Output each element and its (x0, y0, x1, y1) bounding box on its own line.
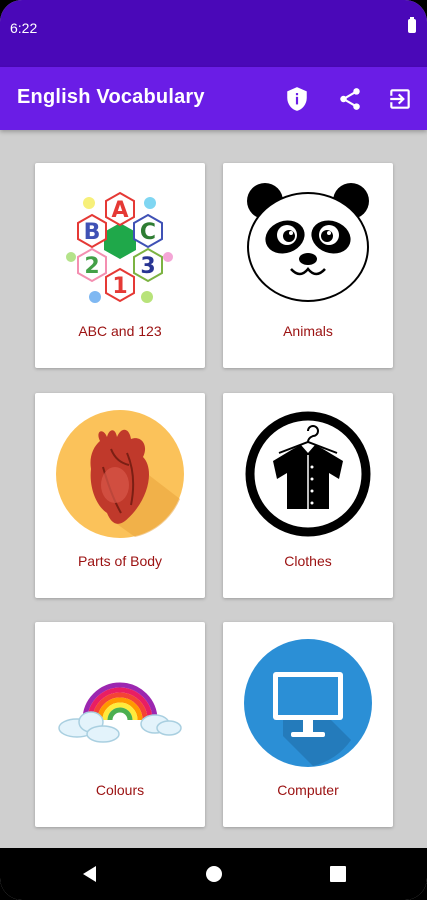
category-label: Colours (95, 782, 145, 798)
category-label: ABC and 123 (78, 323, 162, 339)
category-card-abc-123[interactable]: A B C 2 3 1 ABC and 123 (35, 163, 205, 368)
back-icon[interactable] (78, 862, 102, 886)
app-title: English Vocabulary (17, 86, 205, 108)
privacy-shield-icon[interactable] (284, 86, 310, 112)
svg-text:2: 2 (84, 254, 99, 279)
svg-text:A: A (111, 198, 128, 223)
svg-text:C: C (140, 220, 156, 245)
app-bar: English Vocabulary (0, 67, 427, 130)
status-time: 6:22 (10, 20, 38, 36)
rainbow-clouds-icon (58, 682, 182, 743)
svg-text:B: B (84, 220, 101, 245)
category-label: Computer (277, 782, 339, 798)
abc-123-hexagons-icon: A B C 2 3 1 (66, 191, 173, 303)
share-icon[interactable] (337, 86, 363, 112)
monitor-icon (244, 639, 372, 767)
recents-icon[interactable] (326, 862, 350, 886)
battery-icon (408, 17, 416, 33)
svg-text:1: 1 (112, 274, 127, 299)
home-icon[interactable] (202, 862, 226, 886)
category-card-computer[interactable]: Computer (223, 622, 393, 827)
phone-screen: 6:22 English Vocabulary A B C 2 3 1 ABC … (0, 0, 427, 900)
category-card-colours[interactable]: Colours (35, 622, 205, 827)
system-nav-bar (0, 848, 427, 900)
category-label: Animals (283, 323, 333, 339)
category-card-parts-of-body[interactable]: Parts of Body (35, 393, 205, 598)
category-label: Clothes (284, 553, 332, 569)
svg-text:3: 3 (140, 254, 155, 279)
status-bar: 6:22 (0, 0, 427, 67)
shirt-on-hanger-icon (245, 411, 371, 537)
exit-icon[interactable] (387, 86, 413, 112)
category-card-clothes[interactable]: Clothes (223, 393, 393, 598)
panda-icon (247, 183, 369, 302)
category-label: Parts of Body (77, 553, 163, 569)
heart-organ-icon (56, 410, 184, 538)
category-card-animals[interactable]: Animals (223, 163, 393, 368)
category-grid: A B C 2 3 1 ABC and 123 Animals Parts of… (0, 130, 427, 848)
